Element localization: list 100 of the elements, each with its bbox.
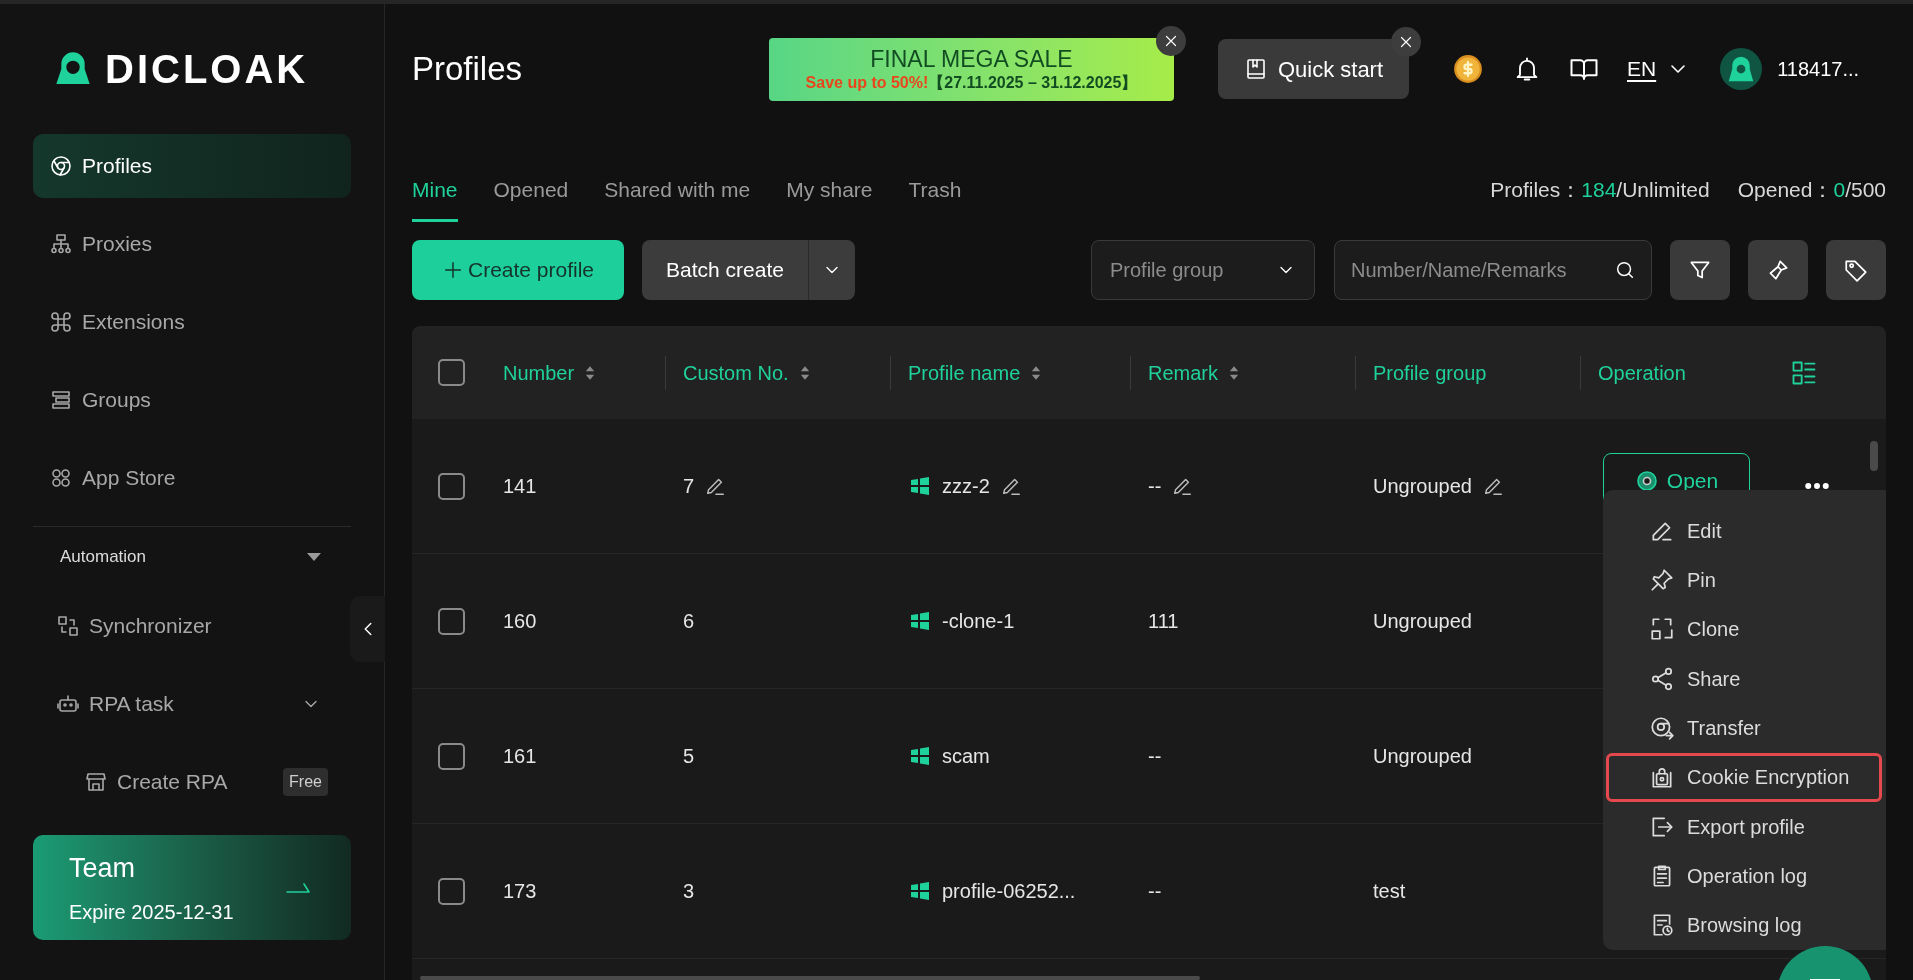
menu-item[interactable]: Clone (1606, 604, 1886, 654)
table-cell-text: Ungrouped (1373, 474, 1472, 499)
browser-icon (1649, 714, 1675, 741)
table-cell-text: 173 (503, 879, 537, 904)
table-cell-text: 3 (683, 879, 695, 904)
tab[interactable]: Mine (412, 173, 458, 222)
menu-item[interactable]: Share (1606, 654, 1886, 704)
table-cell-text: 161 (503, 744, 537, 769)
checkbox[interactable] (437, 877, 465, 905)
sidebar-item[interactable]: Synchronizer (33, 587, 351, 665)
tab[interactable]: Opened (493, 173, 569, 222)
menu-item[interactable]: Edit (1606, 506, 1886, 556)
sidebar-item[interactable]: Proxies (33, 212, 351, 276)
table-cell-text: 7 (683, 474, 695, 499)
groups-icon (49, 388, 73, 412)
menu-item[interactable]: Cookie Encryption (1606, 752, 1882, 802)
filter-button[interactable] (1670, 240, 1730, 300)
profile-group-select[interactable]: Profile group (1091, 240, 1315, 300)
tab[interactable]: Shared with me (604, 173, 751, 222)
page-title: Profiles (412, 49, 524, 90)
windows-icon (908, 609, 932, 633)
close-button[interactable] (1156, 25, 1186, 56)
windows-icon (908, 474, 932, 498)
plan-name: Team (69, 852, 137, 886)
search-icon (1614, 259, 1636, 281)
sale-discount: Save up to 50%! (805, 73, 929, 94)
table-cell-text: 6 (683, 609, 695, 634)
column-header[interactable]: Number (503, 357, 575, 388)
sidebar-item[interactable]: Create RPA Free (33, 743, 351, 821)
menu-item[interactable]: Transfer (1606, 703, 1886, 753)
stat-limit: /500 (1845, 176, 1886, 203)
table-cell-text: test (1373, 879, 1406, 904)
windows-icon (908, 744, 932, 768)
command-icon (49, 310, 73, 334)
checkbox[interactable] (437, 607, 465, 635)
sale-title: FINAL MEGA SALE (870, 44, 1073, 74)
store-icon (84, 770, 108, 794)
sale-dates: 【27.11.2025 – 31.12.2025】 (928, 73, 1138, 94)
table-cell-text: -- (1148, 744, 1162, 769)
stat-label: Opened： (1737, 176, 1834, 203)
column-header[interactable]: Operation (1598, 357, 1686, 388)
table-cell-text: -clone-1 (942, 609, 1015, 634)
sidebar-item[interactable]: RPA task (33, 665, 351, 743)
table-cell-text: -- (1148, 474, 1162, 499)
menu-item[interactable]: Operation log (1606, 851, 1886, 901)
sidebar-item[interactable]: Groups (33, 368, 351, 432)
stat-limit: /Unlimited (1616, 176, 1710, 203)
table-cell-text: -- (1148, 879, 1162, 904)
browser-icon (1634, 469, 1659, 493)
scrollbar[interactable] (420, 976, 1200, 980)
logo-wordmark: DICLOAK (105, 46, 309, 93)
column-header[interactable]: Custom No. (683, 357, 789, 388)
tag-button[interactable] (1826, 240, 1886, 300)
network-icon (49, 232, 73, 256)
table-cell-text: zzz-2 (942, 474, 990, 499)
checkbox[interactable] (437, 742, 465, 770)
coin-icon[interactable] (1451, 52, 1485, 86)
sale-banner[interactable]: FINAL MEGA SALE Save up to 50%!【27.11.2025 – 31.12.2025】 (769, 37, 1174, 101)
clean-button[interactable] (1748, 240, 1808, 300)
pin-icon (1649, 567, 1675, 593)
table-cell-text: 160 (503, 609, 537, 634)
tab[interactable]: My share (786, 173, 873, 222)
tag-icon (1843, 257, 1869, 283)
stat-value: 184 (1581, 176, 1617, 203)
collapse-icon[interactable] (307, 553, 321, 561)
share-icon (1649, 665, 1675, 692)
stat-label: Profiles： (1490, 176, 1582, 203)
sidebar-item[interactable]: Extensions (33, 290, 351, 354)
table-cell-text: scam (942, 744, 990, 769)
column-header[interactable]: Profile name (908, 357, 1021, 388)
language-selector[interactable]: EN (1627, 53, 1691, 85)
avatar-icon (1720, 48, 1763, 90)
column-header[interactable]: Remark (1148, 357, 1218, 388)
sidebar-item[interactable]: Profiles (33, 134, 351, 198)
create-profile-button[interactable]: Create profile (412, 240, 624, 300)
clone-icon (1649, 616, 1675, 643)
checkbox[interactable] (437, 359, 465, 386)
quick-start-button[interactable]: Quick start (1218, 39, 1409, 99)
sync-icon (56, 614, 80, 638)
search-field[interactable]: Number/Name/Remarks (1334, 240, 1652, 300)
menu-item[interactable]: Export profile (1606, 801, 1886, 852)
plan-expiry: Expire 2025-12-31 (69, 899, 234, 925)
section-title: Automation (60, 546, 146, 569)
column-header[interactable]: Profile group (1373, 357, 1487, 388)
tab[interactable]: Trash (908, 173, 962, 222)
apps-icon (49, 466, 73, 490)
user-id[interactable]: 118417... (1777, 54, 1860, 84)
stat-value: 0 (1833, 176, 1846, 203)
scrollbar[interactable] (1870, 441, 1878, 471)
table-cell-text: Ungrouped (1373, 744, 1472, 769)
table-cell-text: Ungrouped (1373, 609, 1472, 634)
menu-item[interactable]: Browsing log (1606, 900, 1886, 950)
table-cell-text: 141 (503, 474, 537, 499)
checkbox[interactable] (437, 472, 465, 500)
table-cell-text: 111 (1148, 609, 1179, 634)
sidebar-item[interactable]: App Store (33, 446, 351, 510)
browser-icon (49, 154, 73, 178)
plan-card[interactable]: Team Expire 2025-12-31 (33, 835, 351, 940)
windows-icon (908, 879, 932, 903)
menu-item[interactable]: Pin (1606, 555, 1886, 605)
